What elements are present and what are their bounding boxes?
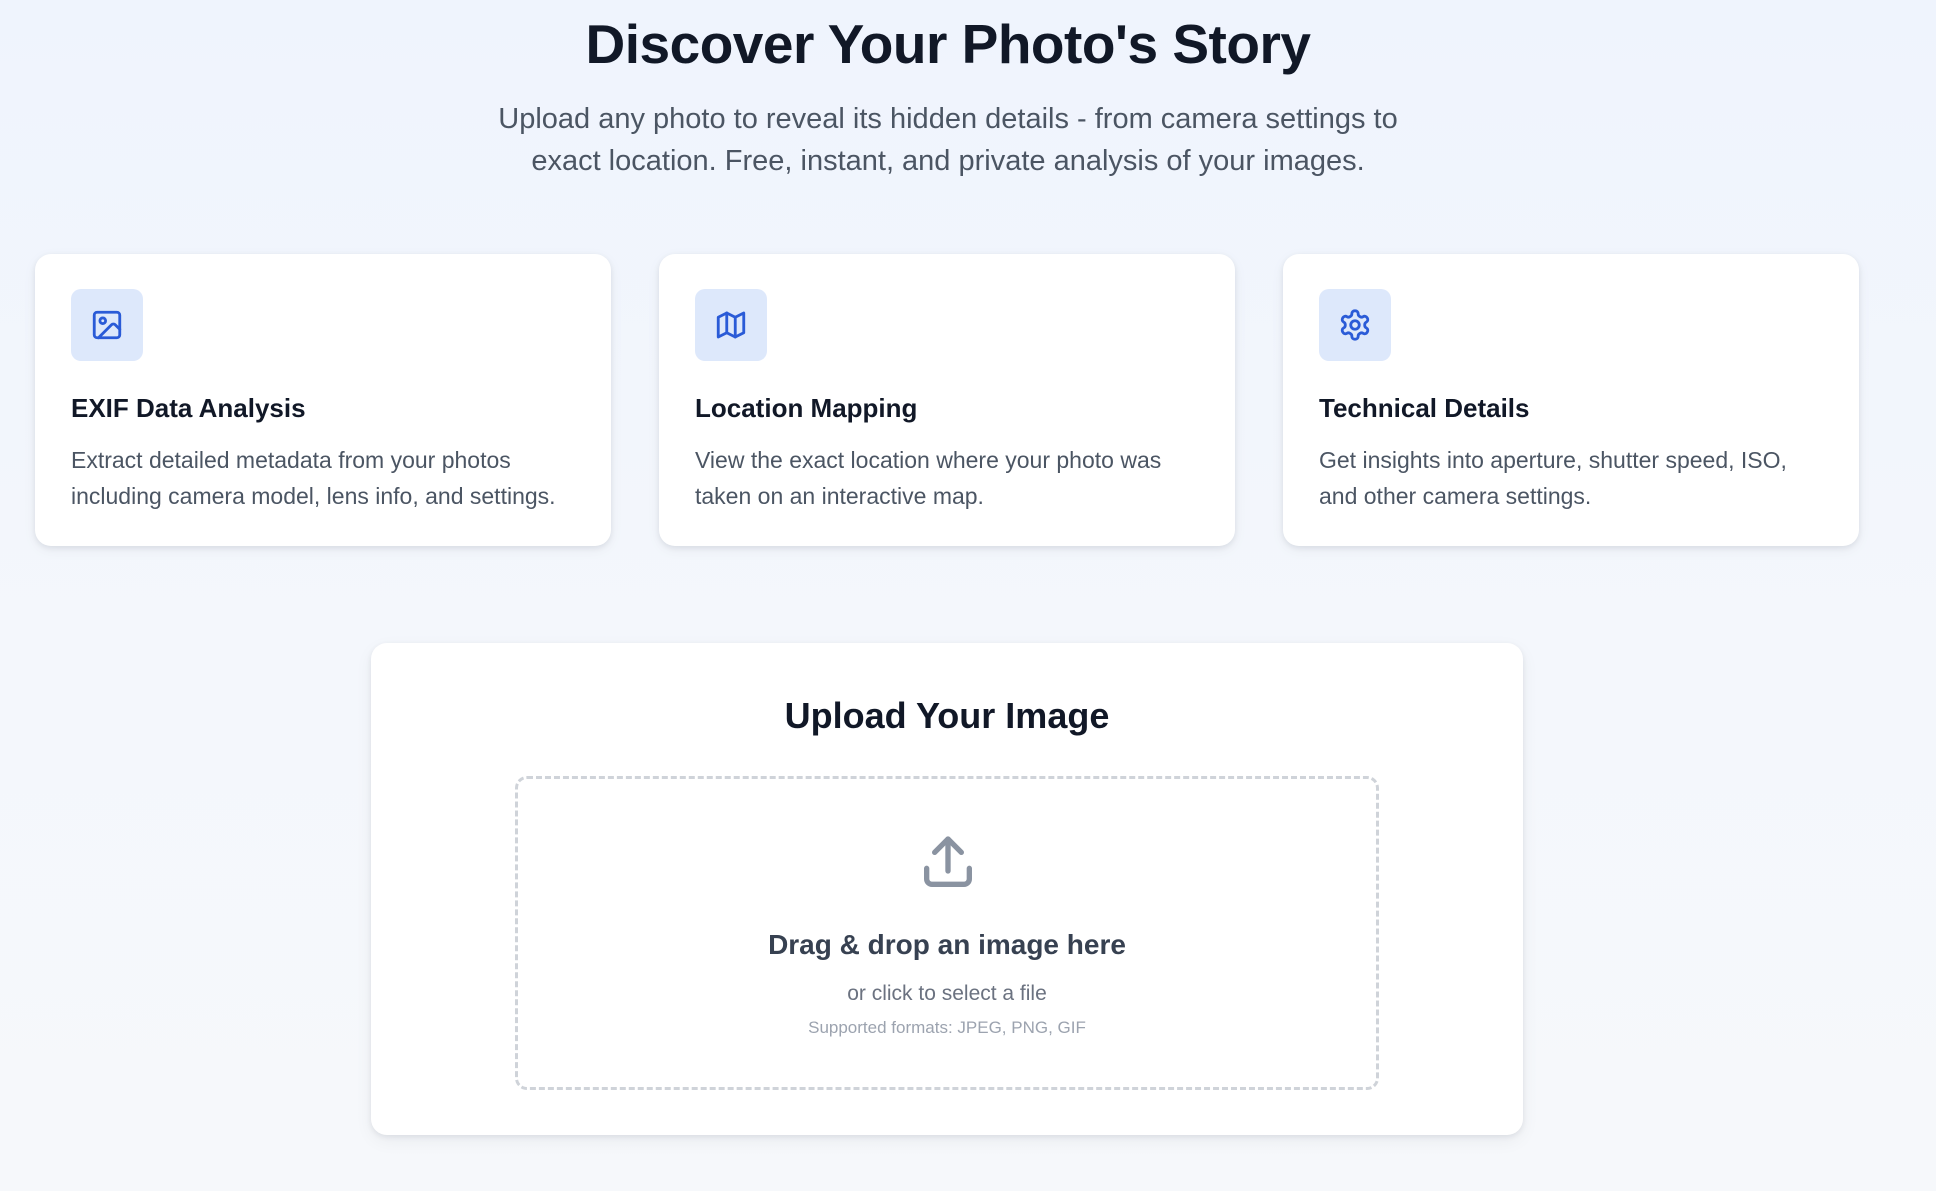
page-subtitle: Upload any photo to reveal its hidden de…: [498, 103, 1398, 177]
upload-card: Upload Your Image Drag & drop an image h…: [371, 643, 1523, 1135]
feature-title: Technical Details: [1319, 393, 1530, 423]
gear-icon: [1340, 309, 1370, 341]
page-title: Discover Your Photo's Story: [585, 13, 1311, 75]
feature-card-technical: Technical Details Get insights into aper…: [1283, 254, 1859, 546]
feature-description: Get insights into aperture, shutter spee…: [1319, 447, 1787, 509]
map-icon: [716, 311, 746, 339]
upload-title: Upload Your Image: [784, 695, 1110, 736]
feature-icon-box: [71, 289, 143, 361]
feature-card-location: Location Mapping View the exact location…: [659, 254, 1235, 546]
supported-formats-note: Supported formats: JPEG, PNG, GIF: [808, 1018, 1086, 1037]
feature-description: Extract detailed metadata from your phot…: [71, 447, 556, 509]
feature-description: View the exact location where your photo…: [695, 447, 1162, 509]
feature-card-exif: EXIF Data Analysis Extract detailed meta…: [35, 254, 611, 546]
feature-title: EXIF Data Analysis: [71, 393, 306, 423]
dropzone-hint: or click to select a file: [847, 982, 1047, 1005]
feature-title: Location Mapping: [695, 393, 918, 423]
dropzone-label: Drag & drop an image here: [768, 929, 1126, 960]
image-icon: [92, 310, 122, 340]
upload-dropzone[interactable]: Drag & drop an image here or click to se…: [515, 776, 1379, 1090]
feature-icon-box: [1319, 289, 1391, 361]
upload-icon: [924, 836, 972, 887]
feature-icon-box: [695, 289, 767, 361]
